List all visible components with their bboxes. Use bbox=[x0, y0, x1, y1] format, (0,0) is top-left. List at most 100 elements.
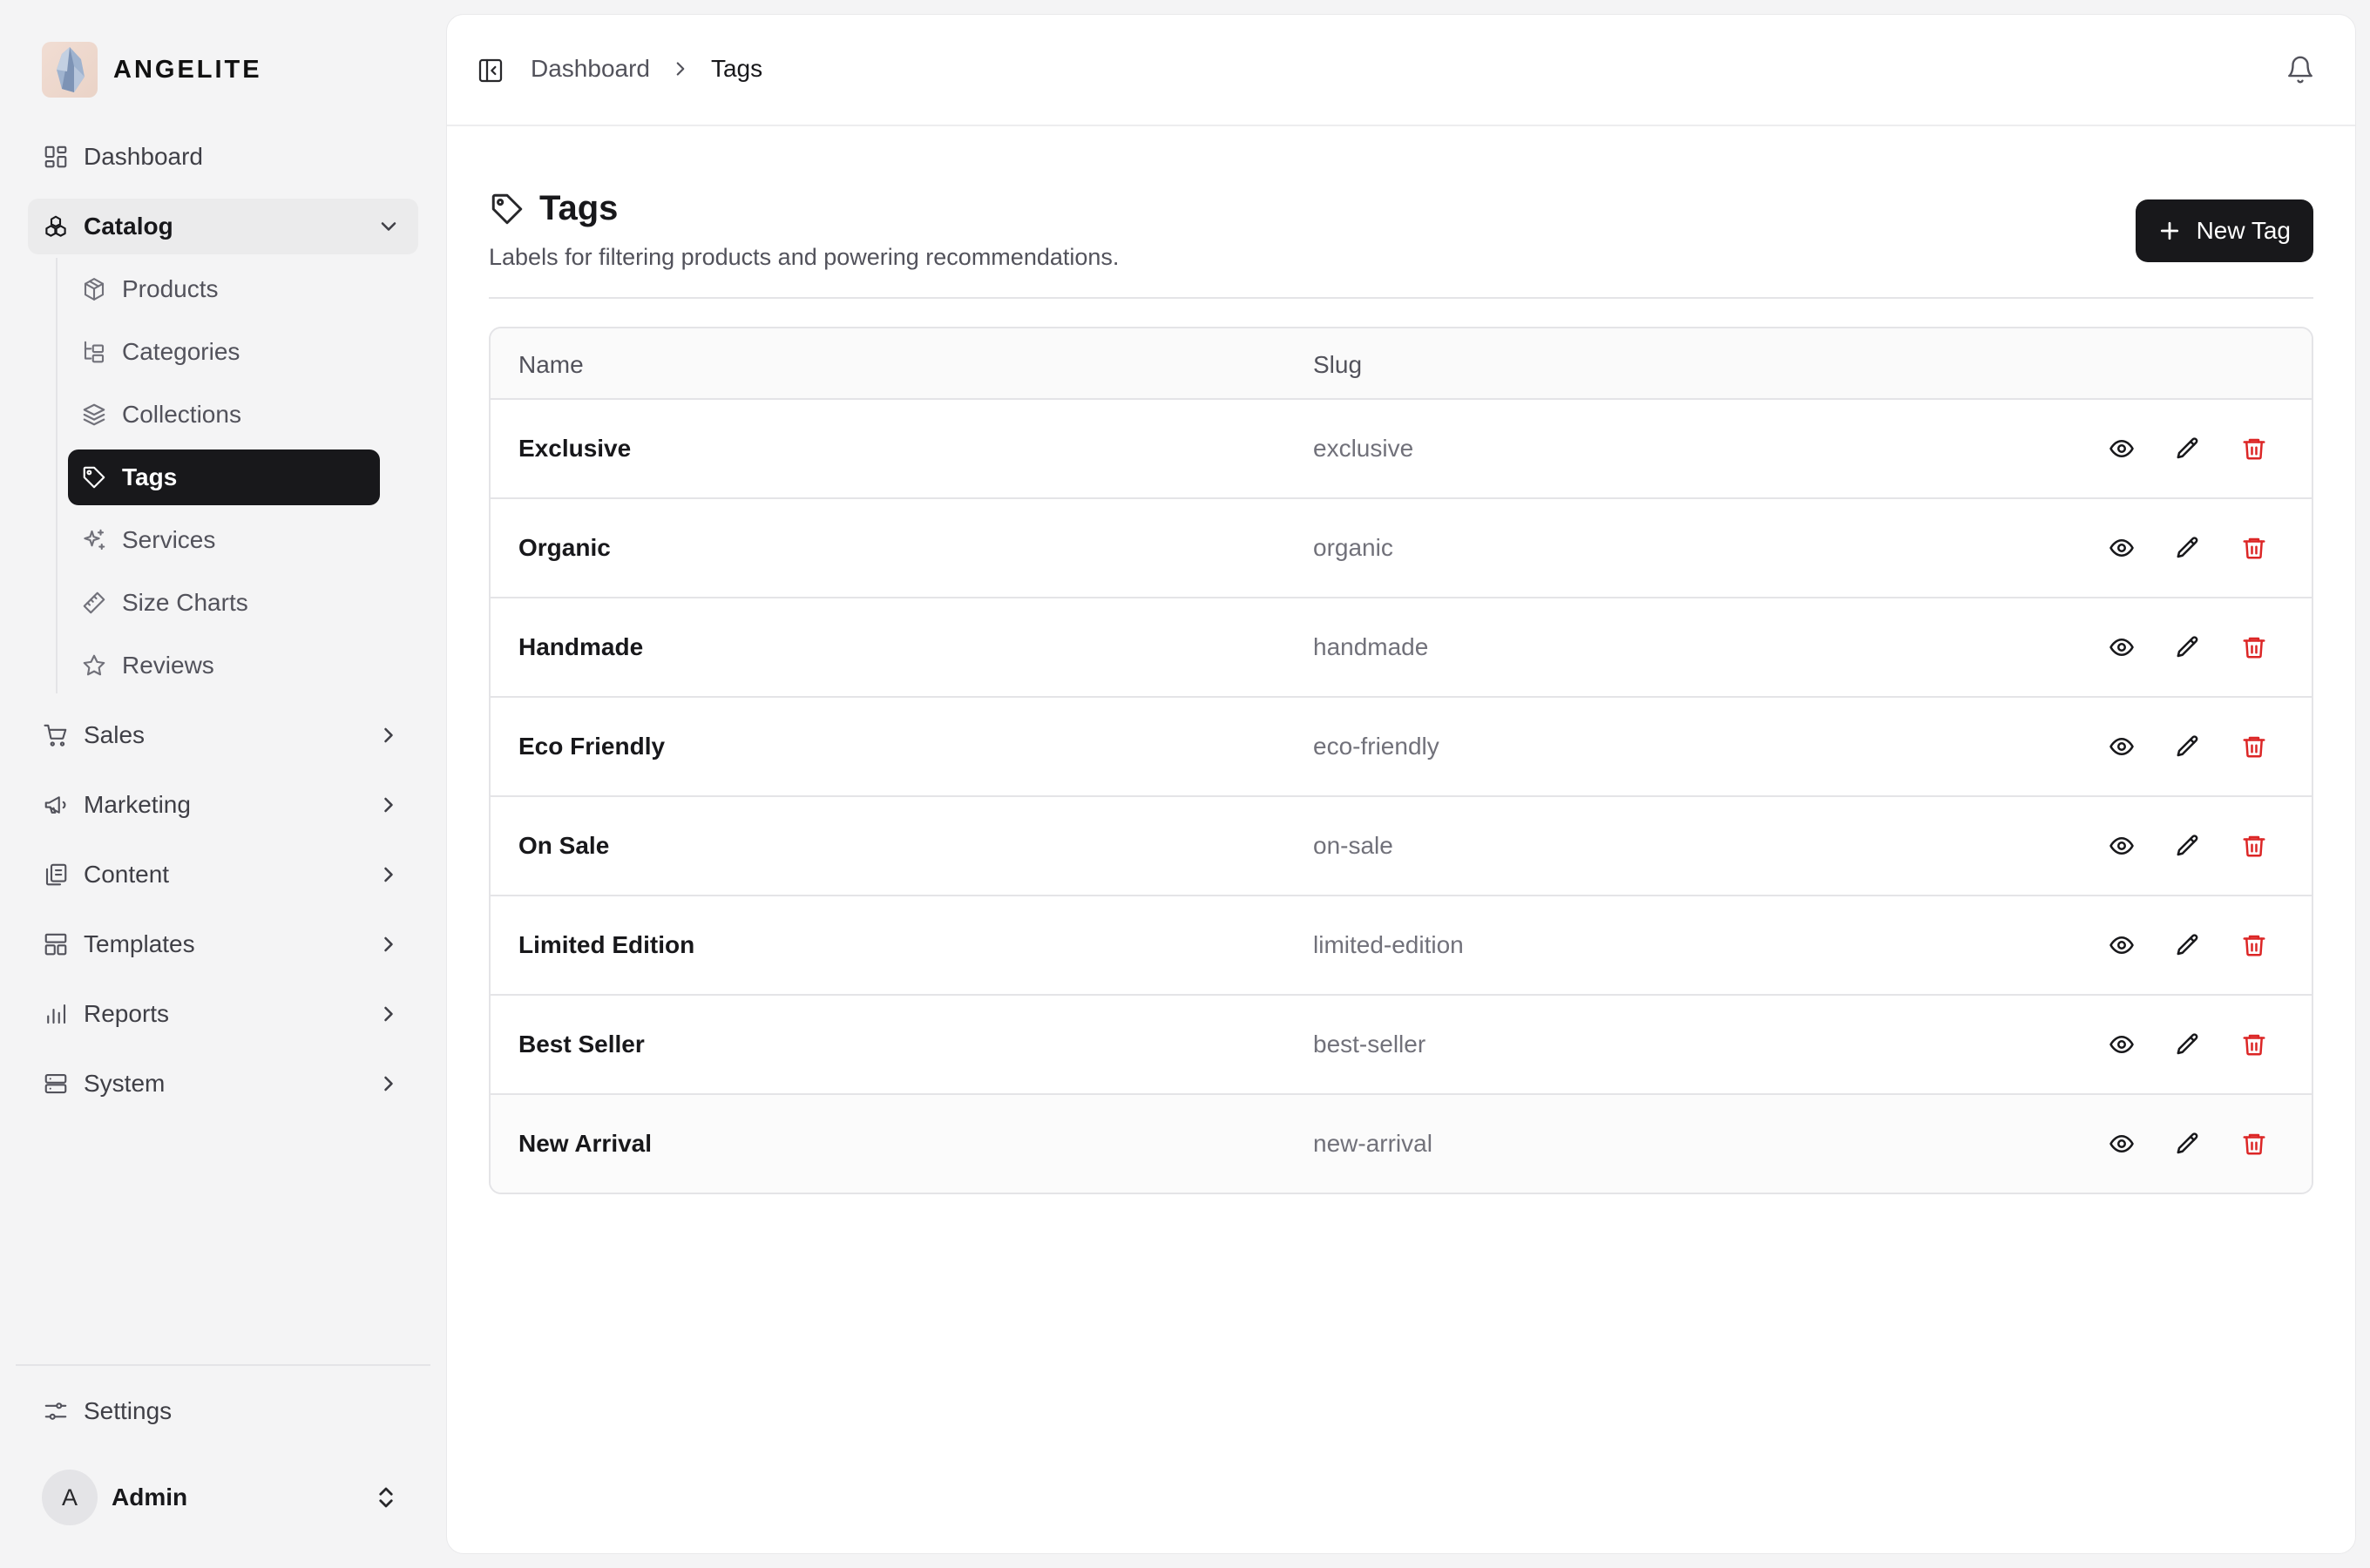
pencil-icon[interactable] bbox=[2172, 532, 2204, 564]
bell-icon[interactable] bbox=[2285, 55, 2315, 84]
nav-settings-label: Settings bbox=[84, 1397, 173, 1424]
nav-sales-label: Sales bbox=[84, 721, 146, 748]
box-icon bbox=[80, 275, 108, 303]
eye-icon[interactable] bbox=[2106, 731, 2137, 762]
layers-icon bbox=[80, 401, 108, 429]
pencil-icon[interactable] bbox=[2172, 632, 2204, 663]
layout-icon bbox=[42, 930, 70, 958]
table-row[interactable]: Limited Edition limited-edition bbox=[491, 896, 2312, 996]
pencil-icon[interactable] bbox=[2172, 731, 2204, 762]
topbar: Dashboard Tags bbox=[447, 15, 2355, 126]
pencil-icon[interactable] bbox=[2172, 929, 2204, 961]
nav-content[interactable]: Content bbox=[28, 847, 418, 902]
sidebar-item-label: Collections bbox=[122, 401, 241, 428]
tag-slug: limited-edition bbox=[1313, 931, 1464, 958]
user-name: Admin bbox=[112, 1484, 188, 1511]
nav-sales[interactable]: Sales bbox=[28, 707, 418, 763]
sidebar-item-label: Tags bbox=[122, 463, 178, 490]
trash-icon[interactable] bbox=[2238, 731, 2270, 762]
pencil-icon[interactable] bbox=[2172, 830, 2204, 862]
eye-icon[interactable] bbox=[2106, 632, 2137, 663]
sidebar-item-collections[interactable]: Collections bbox=[68, 387, 380, 443]
row-actions bbox=[2106, 830, 2270, 862]
tag-name: Exclusive bbox=[518, 435, 632, 462]
chevron-right-icon bbox=[376, 862, 401, 887]
avatar: A bbox=[42, 1470, 98, 1525]
trash-icon[interactable] bbox=[2238, 632, 2270, 663]
row-actions bbox=[2106, 929, 2270, 961]
sidebar-item-categories[interactable]: Categories bbox=[68, 324, 380, 380]
plus-icon bbox=[2157, 218, 2183, 244]
breadcrumb-current: Tags bbox=[710, 55, 763, 82]
nav-marketing-label: Marketing bbox=[84, 791, 191, 818]
nav-system[interactable]: System bbox=[28, 1056, 418, 1112]
column-header-name[interactable]: Name bbox=[518, 351, 584, 379]
trash-icon[interactable] bbox=[2238, 532, 2270, 564]
nav-system-label: System bbox=[84, 1070, 166, 1097]
table-row[interactable]: On Sale on-sale bbox=[491, 797, 2312, 896]
table-row[interactable]: Exclusive exclusive bbox=[491, 400, 2312, 499]
pencil-icon[interactable] bbox=[2172, 1029, 2204, 1060]
sidebar-item-reviews[interactable]: Reviews bbox=[68, 638, 380, 693]
nav-templates[interactable]: Templates bbox=[28, 916, 418, 972]
sidebar-item-tags[interactable]: Tags bbox=[68, 449, 380, 505]
table-body: Exclusive exclusive Organic organic Handmade… bbox=[491, 400, 2312, 1193]
eye-icon[interactable] bbox=[2106, 929, 2137, 961]
tag-slug: new-arrival bbox=[1313, 1130, 1432, 1157]
brand[interactable]: ANGELITE bbox=[42, 42, 262, 98]
copy-icon bbox=[42, 861, 70, 889]
sidebar-item-size-charts[interactable]: Size Charts bbox=[68, 575, 380, 631]
eye-icon[interactable] bbox=[2106, 830, 2137, 862]
table-row[interactable]: Best Seller best-seller bbox=[491, 996, 2312, 1095]
trash-icon[interactable] bbox=[2238, 1029, 2270, 1060]
table-header: Name Slug bbox=[491, 328, 2312, 400]
row-actions bbox=[2106, 632, 2270, 663]
trash-icon[interactable] bbox=[2238, 1128, 2270, 1159]
tag-name: Eco Friendly bbox=[518, 733, 666, 760]
cart-icon bbox=[42, 721, 70, 749]
row-actions bbox=[2106, 731, 2270, 762]
nav-dashboard[interactable]: Dashboard bbox=[28, 129, 418, 185]
server-icon bbox=[42, 1070, 70, 1098]
pencil-icon[interactable] bbox=[2172, 433, 2204, 464]
column-header-slug[interactable]: Slug bbox=[1313, 351, 1362, 379]
table-row[interactable]: Handmade handmade bbox=[491, 598, 2312, 698]
trash-icon[interactable] bbox=[2238, 830, 2270, 862]
sidebar-item-products[interactable]: Products bbox=[68, 261, 380, 317]
tag-icon bbox=[80, 463, 108, 491]
new-tag-button-label: New Tag bbox=[2196, 217, 2291, 244]
hierarchy-icon bbox=[80, 338, 108, 366]
chevron-right-icon bbox=[376, 723, 401, 747]
brand-logo bbox=[42, 42, 98, 98]
eye-icon[interactable] bbox=[2106, 1128, 2137, 1159]
nav-marketing[interactable]: Marketing bbox=[28, 777, 418, 833]
nav-settings[interactable]: Settings bbox=[28, 1383, 418, 1439]
table-row[interactable]: Eco Friendly eco-friendly bbox=[491, 698, 2312, 797]
sidebar-item-label: Products bbox=[122, 275, 219, 302]
pencil-icon[interactable] bbox=[2172, 1128, 2204, 1159]
sidebar-divider bbox=[16, 1364, 430, 1366]
catalog-icon bbox=[42, 213, 70, 240]
eye-icon[interactable] bbox=[2106, 433, 2137, 464]
page-header: Tags Labels for filtering products and p… bbox=[489, 189, 1119, 271]
nav-content-label: Content bbox=[84, 861, 170, 888]
table-row[interactable]: Organic organic bbox=[491, 499, 2312, 598]
eye-icon[interactable] bbox=[2106, 532, 2137, 564]
nav-reports[interactable]: Reports bbox=[28, 986, 418, 1042]
user-menu[interactable]: A Admin bbox=[28, 1465, 418, 1530]
chevron-right-icon bbox=[669, 57, 692, 80]
table-row[interactable]: New Arrival new-arrival bbox=[491, 1095, 2312, 1193]
trash-icon[interactable] bbox=[2238, 433, 2270, 464]
breadcrumb-dashboard[interactable]: Dashboard bbox=[531, 55, 650, 83]
sidebar-toggle-icon[interactable] bbox=[477, 57, 504, 84]
page-subtitle: Labels for filtering products and poweri… bbox=[489, 244, 1120, 270]
trash-icon[interactable] bbox=[2238, 929, 2270, 961]
new-tag-button[interactable]: New Tag bbox=[2135, 199, 2313, 262]
nav-catalog[interactable]: Catalog bbox=[28, 199, 418, 254]
eye-icon[interactable] bbox=[2106, 1029, 2137, 1060]
sidebar-item-label: Services bbox=[122, 526, 216, 553]
tag-slug: exclusive bbox=[1313, 435, 1414, 462]
tag-icon bbox=[489, 191, 525, 227]
sidebar-item-services[interactable]: Services bbox=[68, 512, 380, 568]
chevron-right-icon bbox=[376, 1071, 401, 1096]
